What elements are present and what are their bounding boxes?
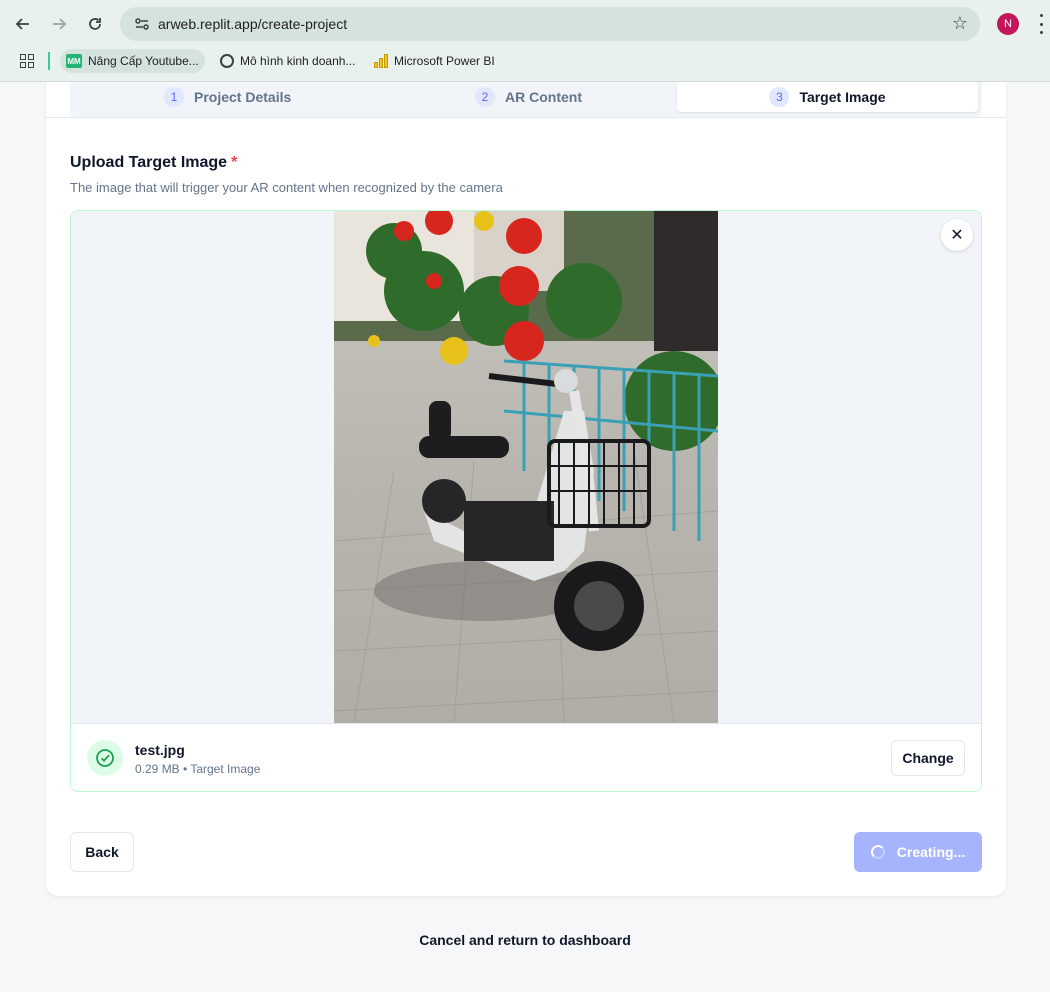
bookmarks-bar: MM Nâng Cấp Youtube... Mô hình kinh doan…: [0, 46, 1050, 76]
check-circle-icon: [87, 740, 123, 776]
section-description: The image that will trigger your AR cont…: [70, 180, 503, 195]
bookmark-star-icon[interactable]: ☆: [952, 13, 968, 34]
step-label: Project Details: [194, 89, 292, 105]
create-project-button[interactable]: Creating...: [854, 832, 982, 872]
bookmarks-separator: [48, 52, 50, 70]
required-marker: *: [231, 154, 238, 171]
upload-dropzone[interactable]: ✕ test.jpg 0.29 MB • Target Image Change: [70, 210, 982, 792]
mm-favicon-icon: MM: [66, 54, 82, 68]
stepper: 1 Project Details 2 AR Content 3 Target …: [70, 82, 982, 117]
reload-icon[interactable]: [81, 10, 109, 38]
step-number: 1: [164, 87, 184, 107]
cancel-link[interactable]: Cancel and return to dashboard: [0, 932, 1050, 948]
step-label: Target Image: [799, 89, 886, 105]
back-button[interactable]: Back: [70, 832, 134, 872]
step-number: 3: [769, 87, 790, 107]
browser-menu-icon[interactable]: [1038, 14, 1044, 34]
image-preview-area: ✕: [71, 211, 981, 723]
remove-image-button[interactable]: ✕: [941, 219, 973, 251]
file-name: test.jpg: [135, 742, 185, 758]
step-ar-content[interactable]: 2 AR Content: [475, 82, 582, 112]
step-number: 2: [475, 87, 495, 107]
create-button-label: Creating...: [896, 844, 966, 860]
loading-spinner-icon: [870, 845, 885, 859]
file-info-row: test.jpg 0.29 MB • Target Image Change: [71, 723, 981, 791]
bookmark-item[interactable]: MM Nâng Cấp Youtube...: [60, 49, 205, 73]
address-bar[interactable]: arweb.replit.app/create-project ☆: [120, 7, 980, 41]
forward-arrow-icon[interactable]: [45, 10, 73, 38]
step-target-image[interactable]: 3 Target Image: [677, 82, 978, 112]
bookmark-label: Nâng Cấp Youtube...: [88, 54, 199, 68]
back-arrow-icon[interactable]: [9, 10, 37, 38]
bookmark-label: Microsoft Power BI: [394, 54, 495, 68]
url-text[interactable]: arweb.replit.app/create-project: [158, 16, 347, 32]
divider: [46, 117, 1006, 118]
bookmark-item[interactable]: Microsoft Power BI: [368, 49, 501, 73]
bookmark-item[interactable]: Mô hình kinh doanh...: [214, 49, 361, 73]
browser-chrome: arweb.replit.app/create-project ☆ N MM N…: [0, 0, 1050, 82]
target-image-preview: [334, 211, 718, 723]
section-title-text: Upload Target Image: [70, 154, 228, 171]
file-meta: 0.29 MB • Target Image: [135, 762, 261, 776]
apps-grid-icon[interactable]: [20, 54, 34, 68]
powerbi-icon: [374, 54, 388, 68]
step-project-details[interactable]: 1 Project Details: [164, 82, 291, 112]
bookmark-label: Mô hình kinh doanh...: [240, 54, 356, 68]
section-title: Upload Target Image *: [70, 154, 237, 172]
chatgpt-icon: [220, 54, 234, 68]
create-project-card: 1 Project Details 2 AR Content 3 Target …: [46, 82, 1006, 896]
profile-avatar[interactable]: N: [997, 13, 1019, 35]
close-icon: ✕: [950, 227, 964, 244]
site-settings-icon[interactable]: [134, 16, 150, 32]
change-image-button[interactable]: Change: [891, 740, 965, 776]
step-label: AR Content: [505, 89, 582, 105]
